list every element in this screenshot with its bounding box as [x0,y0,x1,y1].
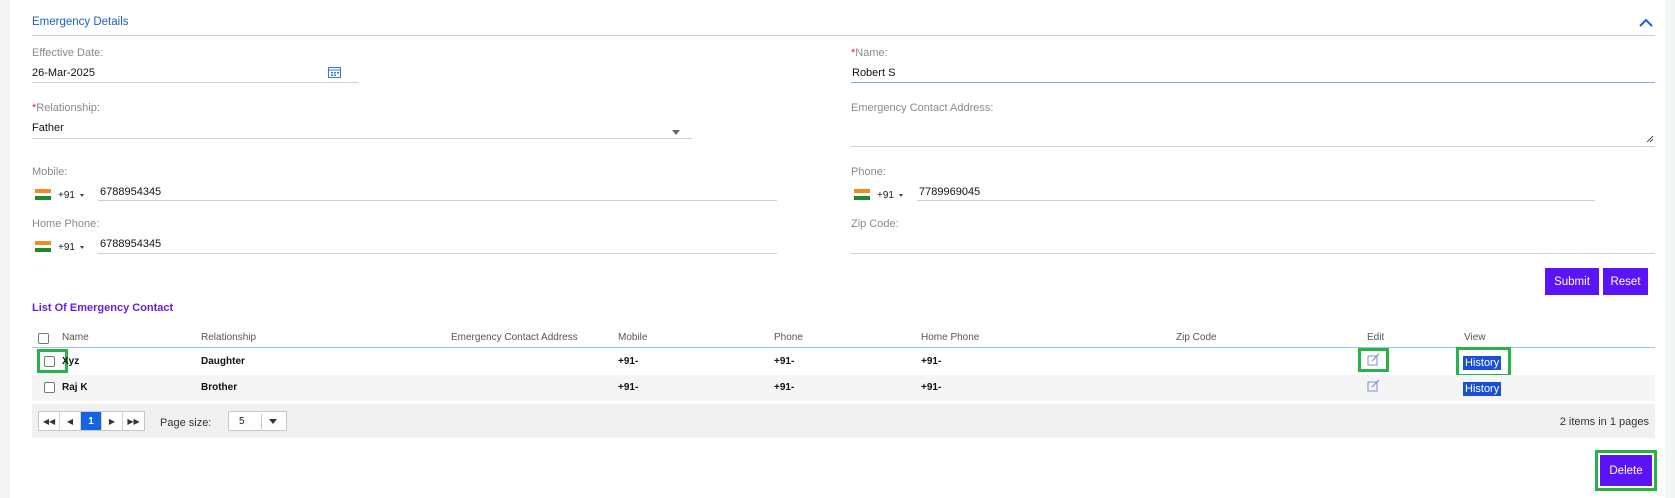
phone-country-code[interactable]: +91 [877,190,894,201]
table-row[interactable]: Raj K Brother +91- +91- +91- History [32,375,1655,401]
select-all-checkbox[interactable] [38,333,49,344]
edit-icon[interactable] [1367,379,1380,392]
india-flag-icon[interactable] [35,189,51,200]
phone-label: Phone: [851,166,886,178]
table-row[interactable]: Xyz Daughter +91- +91- +91- History [32,347,1655,377]
caret-down-icon[interactable] [80,194,84,197]
list-title: List Of Emergency Contact [32,302,174,314]
pager-info: 2 items in 1 pages [1559,416,1649,428]
emergency-details-panel: Emergency Details Effective Date: 26-Mar… [10,0,1665,498]
phone-input[interactable]: 7789969045 [919,186,980,198]
page-size-value: 5 [239,416,245,427]
row-checkbox[interactable] [44,382,55,393]
address-label: Emergency Contact Address: [851,102,994,114]
column-header[interactable]: Name [62,332,89,343]
column-header[interactable]: Relationship [201,332,256,343]
home-phone-label: Home Phone: [32,218,100,230]
section-title: Emergency Details [32,16,129,28]
cell-mobile: +91- [618,356,639,367]
calendar-icon[interactable] [328,66,341,78]
page-size-select[interactable]: 5 [228,411,287,431]
page-size-label: Page size: [160,417,212,429]
chevron-down-icon[interactable] [672,130,680,135]
section-header: Emergency Details [32,14,1655,36]
zip-label: Zip Code: [851,218,899,230]
column-header[interactable]: Zip Code [1176,332,1217,343]
relationship-label: *Relationship: [32,102,100,114]
grid-pager: ◀◀ ◀ 1 ▶ ▶▶ Page size: 5 2 items in 1 pa… [32,404,1655,438]
submit-button[interactable]: Submit [1545,268,1599,295]
mobile-input[interactable]: 6788954345 [100,186,161,198]
mobile-label: Mobile: [32,166,68,178]
delete-button[interactable]: Delete [1600,455,1652,486]
cell-phone: +91- [774,382,795,393]
row-checkbox[interactable] [44,356,55,367]
history-link[interactable]: History [1463,382,1502,396]
relationship-select[interactable]: Father [32,122,64,134]
next-page-icon[interactable]: ▶ [102,412,123,430]
zip-underline [851,253,1655,254]
history-link[interactable]: History [1463,356,1502,370]
effective-date-label: Effective Date: [32,47,104,59]
address-underline [851,146,1655,147]
column-header[interactable]: Emergency Contact Address [451,332,578,343]
column-header: View [1464,332,1486,343]
edit-icon[interactable] [1367,353,1380,366]
caret-down-icon[interactable] [899,194,903,197]
column-header[interactable]: Home Phone [921,332,979,343]
reset-button[interactable]: Reset [1603,268,1648,295]
pager-buttons: ◀◀ ◀ 1 ▶ ▶▶ [38,411,145,431]
cell-name: Xyz [62,356,80,367]
relationship-underline [32,138,692,139]
phone-underline [917,200,1595,201]
grid-header: Name Relationship Emergency Contact Addr… [32,328,1655,348]
prev-page-icon[interactable]: ◀ [60,412,81,430]
caret-down-icon[interactable] [80,246,84,249]
home-phone-underline [98,253,777,254]
effective-date-input[interactable]: 26-Mar-2025 [32,67,95,79]
effective-date-underline [32,82,358,83]
page-size-divider [261,414,262,429]
cell-phone: +91- [774,356,795,367]
mobile-underline [98,200,777,201]
cell-relationship: Daughter [201,356,245,367]
resize-handle-icon[interactable] [1646,135,1654,143]
last-page-icon[interactable]: ▶▶ [123,412,144,430]
cell-home-phone: +91- [921,356,942,367]
name-input[interactable]: Robert S [852,67,895,79]
name-underline [851,82,1655,83]
cell-relationship: Brother [201,382,238,393]
chevron-down-icon[interactable] [269,419,277,424]
india-flag-icon[interactable] [35,241,51,252]
cell-name: Raj K [62,382,88,393]
india-flag-icon[interactable] [854,189,870,200]
column-header: Edit [1367,332,1385,343]
home-phone-country-code[interactable]: +91 [58,242,75,253]
name-label: *Name: [851,47,888,59]
mobile-country-code[interactable]: +91 [58,190,75,201]
cell-home-phone: +91- [921,382,942,393]
page-number-button[interactable]: 1 [81,412,102,430]
home-phone-input[interactable]: 6788954345 [100,238,161,250]
column-header[interactable]: Phone [774,332,803,343]
cell-mobile: +91- [618,382,639,393]
column-header[interactable]: Mobile [618,332,647,343]
chevron-up-icon[interactable] [1637,14,1655,32]
first-page-icon[interactable]: ◀◀ [39,412,60,430]
